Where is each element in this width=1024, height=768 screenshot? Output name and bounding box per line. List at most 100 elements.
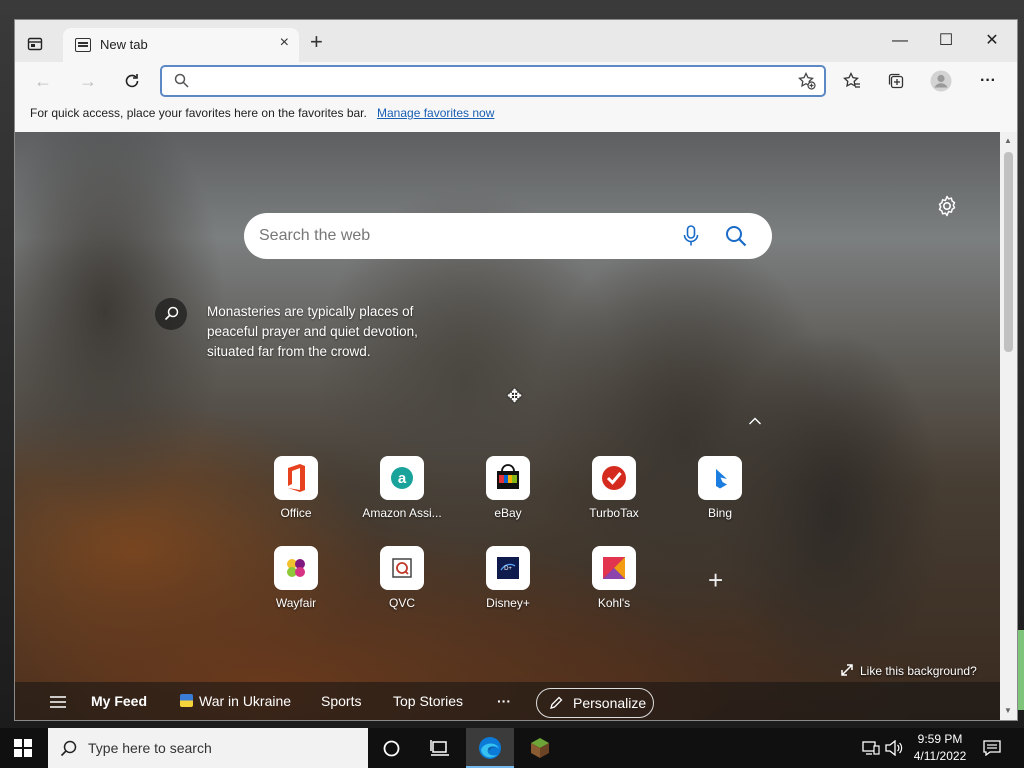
refresh-button[interactable] (119, 68, 145, 94)
favorites-bar-message: For quick access, place your favorites h… (30, 106, 367, 120)
taskbar-edge-button[interactable] (466, 728, 514, 768)
system-clock[interactable]: 9:59 PM 4/11/2022 (905, 731, 975, 765)
magnifier-icon (164, 306, 179, 321)
kohls-icon (592, 546, 636, 590)
quick-link-disney-plus[interactable]: D+ Disney+ (463, 546, 553, 610)
network-icon[interactable] (862, 740, 880, 756)
minecraft-icon (531, 738, 549, 758)
cortana-button[interactable] (368, 728, 416, 768)
qvc-icon (380, 546, 424, 590)
quick-link-qvc[interactable]: QVC (357, 546, 447, 610)
wayfair-icon (274, 546, 318, 590)
office-icon (274, 456, 318, 500)
new-tab-button[interactable]: + (310, 31, 323, 53)
quick-link-ebay[interactable]: eBay (463, 456, 553, 520)
expand-icon (841, 664, 853, 676)
turbotax-icon (592, 456, 636, 500)
tab-title: New tab (100, 37, 148, 52)
add-site-button[interactable]: + (708, 565, 723, 596)
back-button[interactable]: ← (30, 68, 56, 94)
scroll-up-arrow[interactable]: ▲ (1004, 136, 1012, 145)
tab-actions-icon[interactable] (27, 36, 45, 54)
close-window-button[interactable]: ✕ (969, 26, 1015, 56)
quick-link-label: Bing (707, 506, 733, 520)
like-background-button[interactable]: Like this background? (840, 663, 977, 678)
edge-icon (479, 737, 501, 759)
quick-link-label: TurboTax (589, 506, 639, 520)
address-bar[interactable] (160, 65, 826, 97)
web-search-placeholder: Search the web (259, 227, 371, 244)
quick-link-label: Amazon Assi... (362, 506, 442, 520)
refresh-icon (125, 74, 139, 88)
amazon-assistant-icon: a (380, 456, 424, 500)
task-view-button[interactable] (416, 728, 464, 768)
ebay-icon (486, 456, 530, 500)
quick-link-label: eBay (494, 506, 522, 520)
tab-new-tab[interactable]: New tab × (63, 28, 299, 62)
microphone-icon[interactable] (682, 225, 700, 247)
collections-button[interactable] (883, 68, 909, 94)
add-favorite-icon[interactable] (798, 72, 816, 90)
search-icon (60, 740, 77, 757)
cortana-icon (383, 740, 400, 757)
gear-icon (938, 195, 956, 217)
tab-strip: New tab × + — ☐ ✕ (15, 20, 1017, 62)
image-info-button[interactable] (155, 298, 187, 330)
tab-close-button[interactable]: × (280, 34, 289, 52)
quick-link-label: Office (280, 506, 312, 520)
profile-button[interactable] (928, 68, 954, 94)
manage-favorites-link[interactable]: Manage favorites now (377, 106, 494, 120)
start-button[interactable] (14, 739, 32, 762)
browser-window: New tab × + — ☐ ✕ ← → ··· For quick acce… (15, 20, 1017, 720)
quick-link-kohls[interactable]: Kohl's (569, 546, 659, 610)
move-cursor-icon: ✥ (507, 386, 523, 406)
war-in-ukraine-tab[interactable]: War in Ukraine (180, 693, 291, 709)
quick-link-label: Kohl's (597, 596, 631, 610)
taskbar-minecraft-button[interactable] (516, 728, 564, 768)
quick-link-office[interactable]: Office (251, 456, 341, 520)
quick-link-wayfair[interactable]: Wayfair (251, 546, 341, 610)
page-settings-button[interactable] (935, 194, 959, 223)
collections-icon (888, 73, 904, 89)
search-icon[interactable] (725, 225, 747, 247)
page-scrollbar[interactable]: ▲ ▼ (1000, 132, 1017, 720)
notifications-icon[interactable] (983, 740, 1001, 756)
volume-icon[interactable] (885, 740, 903, 756)
forward-button[interactable]: → (75, 68, 101, 94)
search-icon (174, 73, 189, 88)
favorites-button[interactable] (839, 68, 865, 94)
ukraine-flag-icon (180, 694, 193, 707)
hamburger-menu-icon[interactable] (49, 695, 67, 709)
quick-link-label: QVC (388, 596, 415, 610)
bing-icon (698, 456, 742, 500)
chevron-up-icon[interactable] (748, 416, 762, 426)
clock-time: 9:59 PM (917, 732, 963, 746)
new-tab-page: Search the web Monasteries are typically… (15, 132, 1000, 720)
desktop-window-edge (1016, 630, 1024, 710)
scroll-down-arrow[interactable]: ▼ (1004, 706, 1012, 715)
sports-tab[interactable]: Sports (321, 693, 361, 709)
web-search-box[interactable]: Search the web (244, 213, 772, 259)
more-feed-button[interactable]: ··· (497, 693, 511, 709)
clock-date: 4/11/2022 (913, 749, 967, 763)
top-stories-tab[interactable]: Top Stories (393, 693, 463, 709)
new-tab-page-icon (75, 38, 91, 52)
windows-logo-icon (14, 739, 32, 757)
pencil-icon (550, 696, 563, 709)
taskbar-search-box[interactable]: Type here to search (48, 728, 368, 768)
favorites-icon (843, 71, 860, 88)
task-view-icon (430, 740, 449, 756)
background-fact-text[interactable]: Monasteries are typically places of peac… (207, 302, 447, 362)
settings-more-button[interactable]: ··· (975, 68, 1001, 94)
minimize-button[interactable]: — (877, 26, 923, 56)
favorites-bar: For quick access, place your favorites h… (15, 100, 1017, 133)
quick-link-turbotax[interactable]: TurboTax (569, 456, 659, 520)
maximize-button[interactable]: ☐ (923, 26, 969, 56)
scroll-thumb[interactable] (1004, 152, 1013, 352)
my-feed-tab[interactable]: My Feed (91, 693, 147, 709)
feed-bar: My Feed War in Ukraine Sports Top Storie… (15, 682, 1000, 720)
quick-link-bing[interactable]: Bing (675, 456, 765, 520)
taskbar: Type here to search 9:59 PM 4/11/2022 (0, 728, 1024, 768)
personalize-button[interactable]: Personalize (536, 688, 654, 718)
quick-link-amazon-assistant[interactable]: a Amazon Assi... (357, 456, 447, 520)
